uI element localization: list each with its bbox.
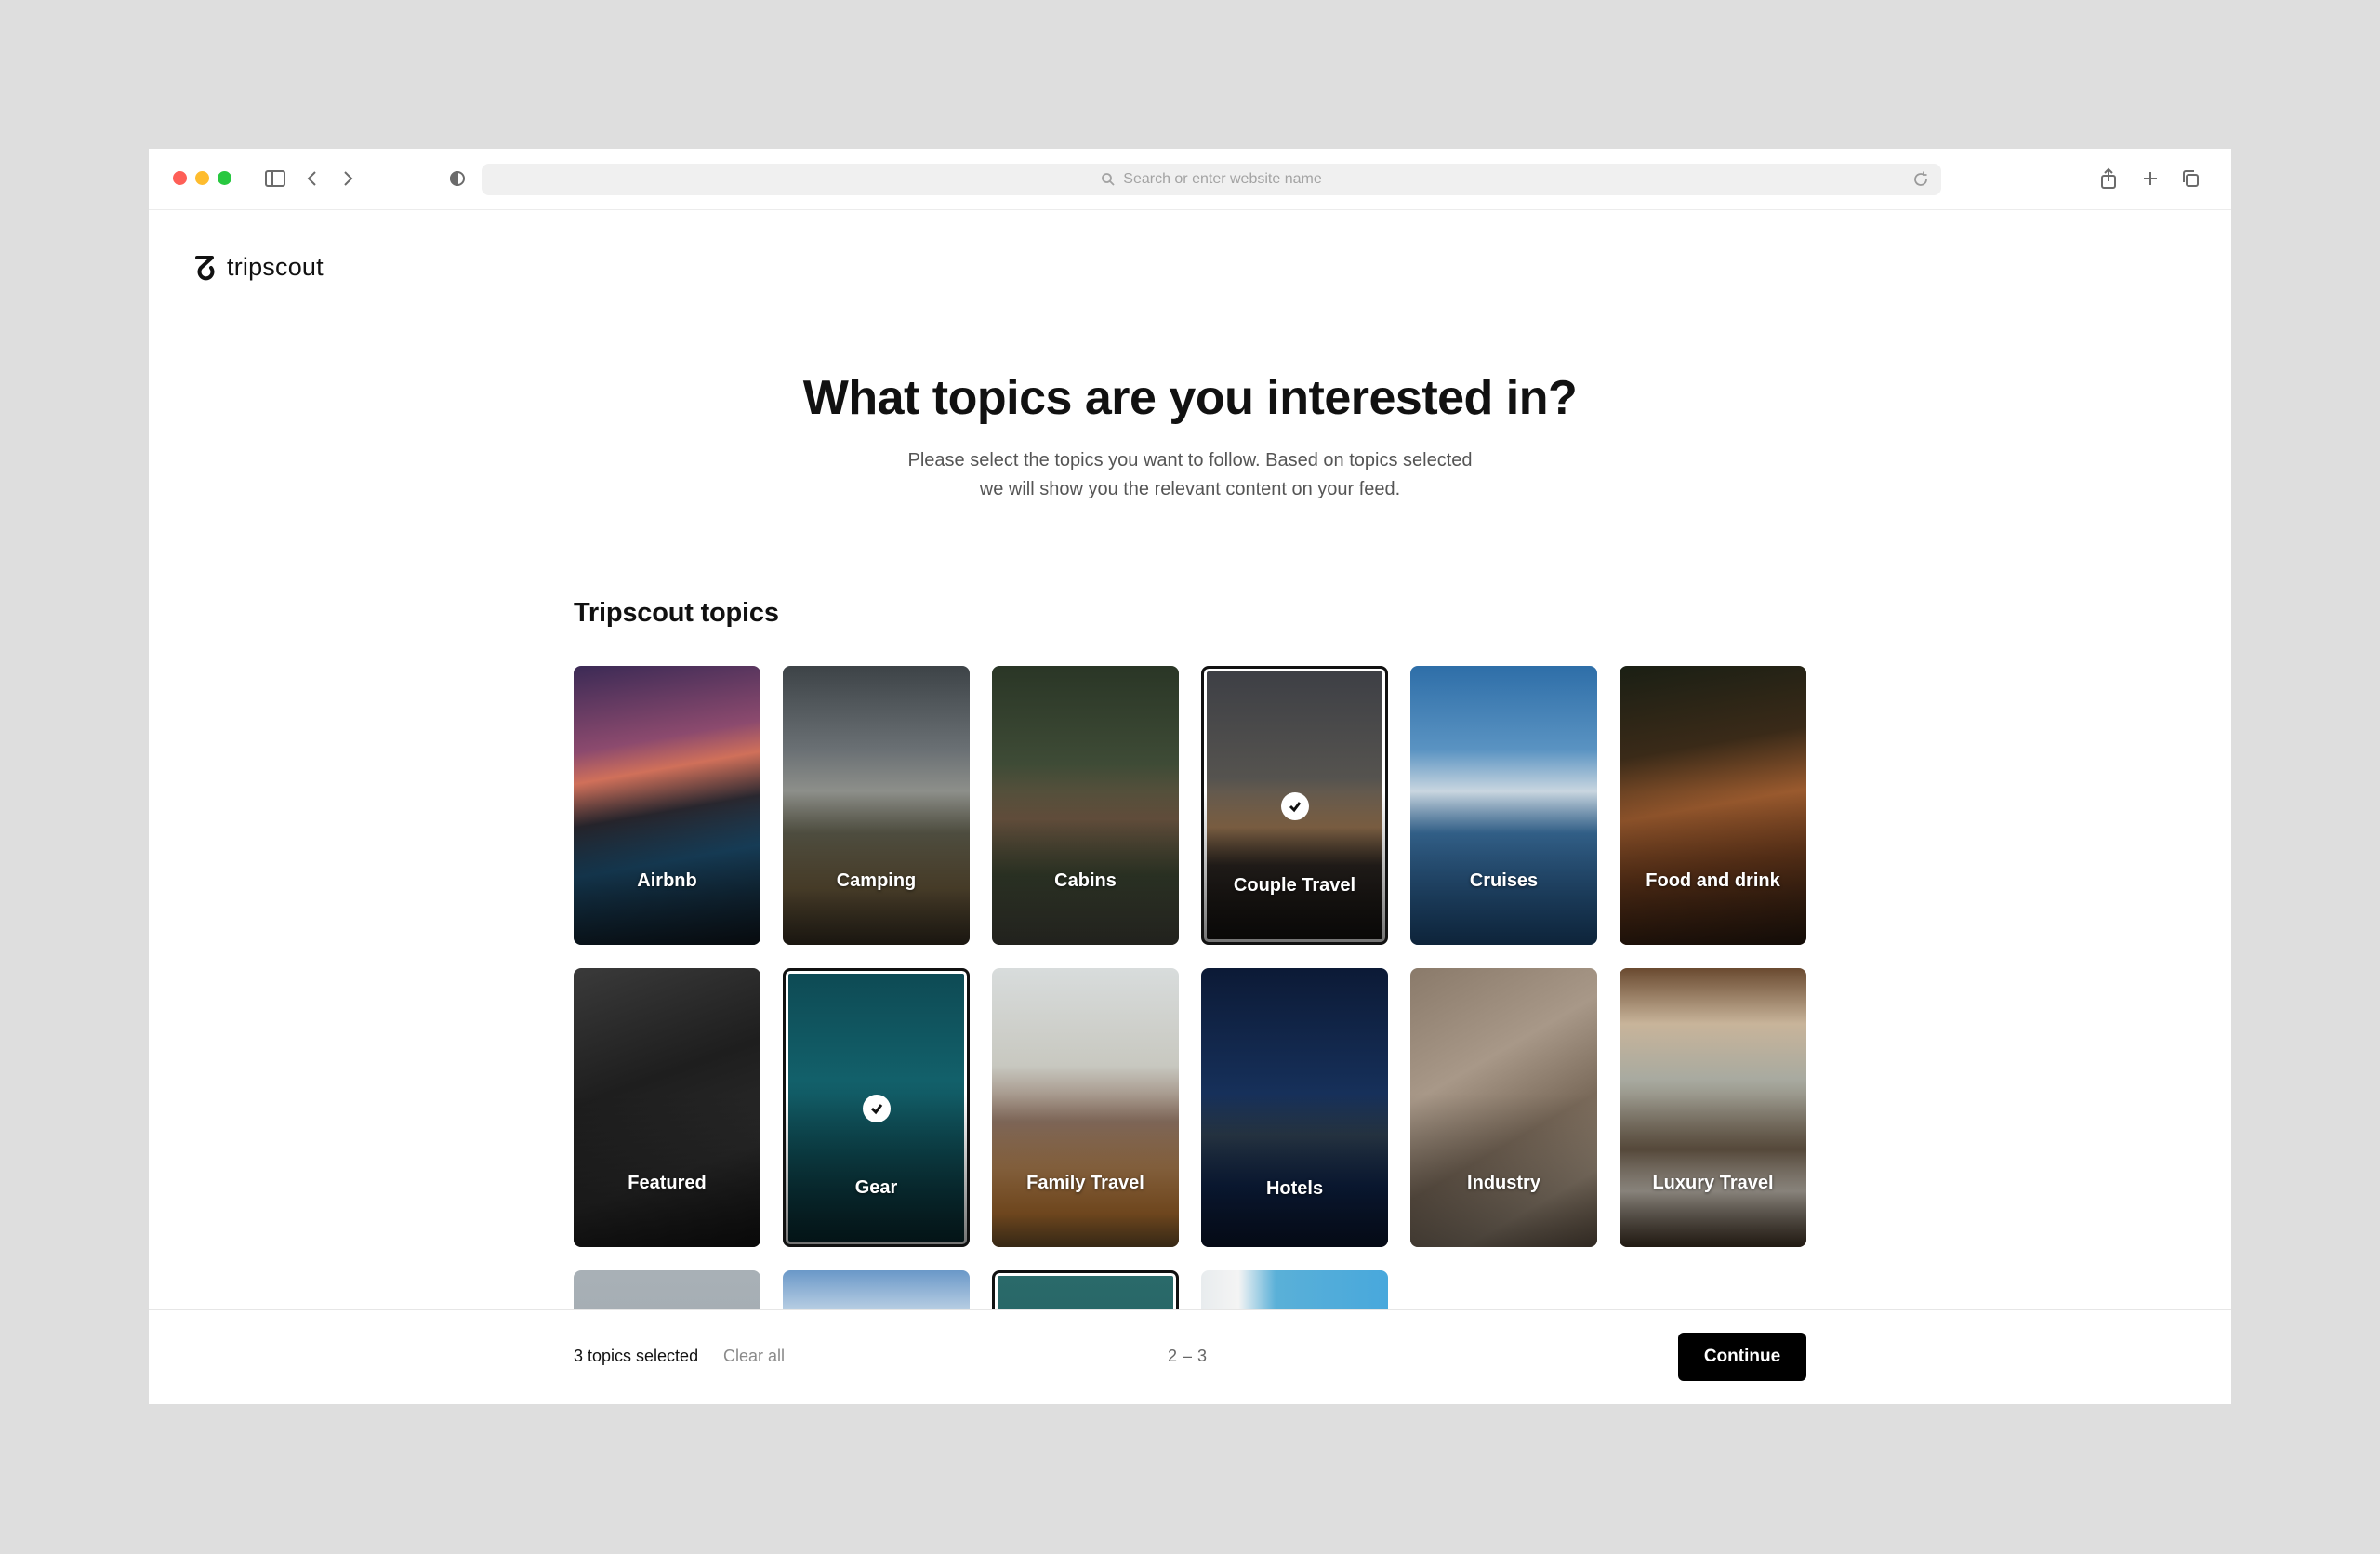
page-separator: – [1182, 1347, 1197, 1365]
topic-label: Gear [854, 1177, 898, 1198]
tab-overview-icon[interactable] [2177, 166, 2203, 192]
share-icon[interactable] [2096, 166, 2122, 192]
topic-card-gear[interactable]: Gear [783, 968, 970, 1247]
topic-card-cabins[interactable]: Cabins [992, 666, 1179, 945]
page-from: 2 [1167, 1347, 1183, 1365]
selected-check-icon [1280, 792, 1309, 820]
clear-all-link[interactable]: Clear all [723, 1347, 785, 1366]
topic-card-camping[interactable]: Camping [783, 666, 970, 945]
topic-card-hotels[interactable]: Hotels [1201, 968, 1388, 1247]
new-tab-icon[interactable] [2137, 166, 2163, 192]
page-subtitle: Please select the topics you want to fol… [149, 446, 2231, 504]
forward-icon[interactable] [335, 166, 361, 192]
topic-label: Industry [1467, 1173, 1540, 1193]
selection-footer: 3 topics selected Clear all 2–3 Continue [149, 1309, 2231, 1404]
topic-card-food-and-drink[interactable]: Food and drink [1620, 666, 1806, 945]
selected-count: 3 topics selected [574, 1347, 699, 1365]
continue-button[interactable]: Continue [1678, 1333, 1806, 1381]
topic-card-airbnb[interactable]: Airbnb [574, 666, 760, 945]
address-placeholder: Search or enter website name [1123, 171, 1322, 187]
topic-label: Cabins [1054, 870, 1117, 891]
back-icon[interactable] [299, 166, 325, 192]
topic-card-family-travel[interactable]: Family Travel [992, 968, 1179, 1247]
brand-name: tripscout [227, 253, 324, 281]
browser-window: Search or enter website name tripscout W… [149, 149, 2231, 1404]
topic-label: Hotels [1265, 1178, 1324, 1199]
selected-check-icon [862, 1095, 891, 1122]
page-title: What topics are you interested in? [802, 371, 1578, 425]
topic-label: Food and drink [1646, 870, 1780, 891]
subtitle-line-1: Please select the topics you want to fol… [907, 450, 1473, 471]
brand-logo[interactable]: tripscout [193, 253, 324, 282]
address-bar[interactable]: Search or enter website name [482, 164, 1941, 195]
reload-icon[interactable] [1911, 170, 1930, 193]
page-to: 3 [1197, 1347, 1213, 1365]
topic-card-luxury-travel[interactable]: Luxury Travel [1620, 968, 1806, 1247]
sidebar-toggle-icon[interactable] [262, 166, 288, 192]
search-icon [1101, 172, 1116, 187]
topic-card-industry[interactable]: Industry [1410, 968, 1597, 1247]
topic-card-couple-travel[interactable]: Couple Travel [1201, 666, 1388, 945]
topic-label: Featured [628, 1173, 707, 1193]
browser-toolbar: Search or enter website name [149, 149, 2231, 210]
topic-label: Cruises [1469, 870, 1539, 891]
topic-card-cruises[interactable]: Cruises [1410, 666, 1597, 945]
minimize-window-button[interactable] [195, 171, 209, 185]
topic-card-featured[interactable]: Featured [574, 968, 760, 1247]
topic-label: Airbnb [637, 870, 697, 891]
topic-label: Camping [836, 870, 917, 891]
topic-label: Couple Travel [1233, 875, 1356, 896]
privacy-shield-icon[interactable] [444, 166, 470, 192]
topic-label: Family Travel [1026, 1173, 1144, 1193]
pagination-indicator: 2–3 [1162, 1347, 1218, 1366]
section-title: Tripscout topics [574, 598, 779, 628]
topic-label: Luxury Travel [1652, 1173, 1774, 1193]
topics-grid: Airbnb Camping Cabins Couple Travel Crui… [574, 666, 1810, 1404]
close-window-button[interactable] [173, 171, 187, 185]
zoom-window-button[interactable] [218, 171, 231, 185]
tripscout-logo-icon [195, 255, 215, 280]
subtitle-line-2: we will show you the relevant content on… [979, 479, 1401, 499]
